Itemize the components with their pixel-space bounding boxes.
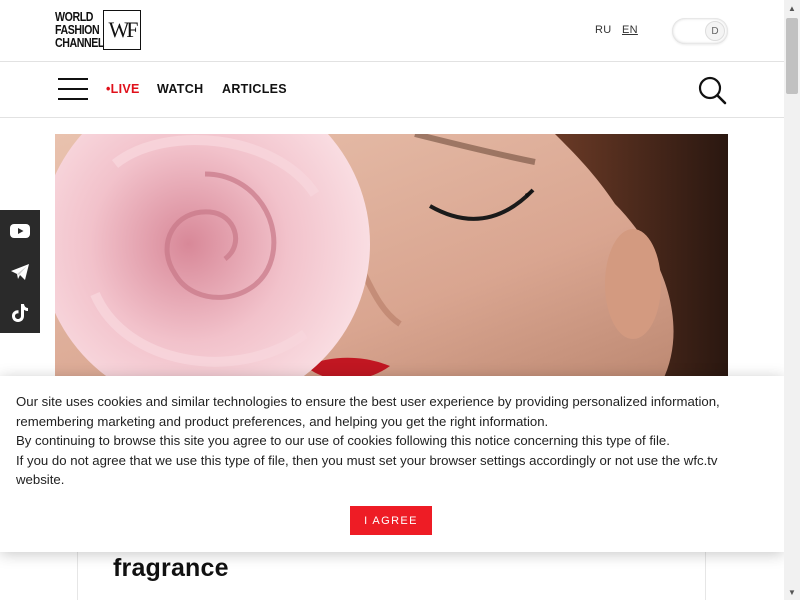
social-links	[0, 210, 40, 333]
menu-icon[interactable]	[58, 76, 88, 100]
search-icon[interactable]	[697, 75, 727, 105]
article-title[interactable]: fragrance	[113, 554, 229, 583]
scroll-down-arrow-icon[interactable]: ▼	[784, 584, 800, 600]
agree-button[interactable]: I AGREE	[350, 506, 432, 535]
scrollbar-thumb[interactable]	[786, 18, 798, 94]
scrollbar[interactable]: ▲ ▼	[784, 0, 800, 600]
nav-live-link[interactable]: •LIVE	[106, 82, 140, 96]
youtube-icon[interactable]	[0, 210, 40, 251]
hero-image[interactable]	[55, 134, 728, 394]
language-en-link[interactable]: EN	[622, 24, 638, 36]
logo-wordmark: WORLD FASHION CHANNEL	[55, 9, 104, 50]
hero-illustration	[55, 134, 728, 394]
logo-mark: WF	[103, 10, 141, 50]
tiktok-icon[interactable]	[0, 292, 40, 333]
site-logo[interactable]: WORLD FASHION CHANNEL WF	[55, 10, 141, 50]
cookie-banner: Our site uses cookies and similar techno…	[0, 376, 784, 552]
theme-toggle[interactable]: D	[672, 18, 728, 44]
telegram-icon[interactable]	[0, 251, 40, 292]
main-nav: •LIVE WATCH ARTICLES	[0, 62, 784, 118]
site-header: WORLD FASHION CHANNEL WF RU EN D	[0, 0, 784, 62]
cookie-paragraph: Our site uses cookies and similar techno…	[16, 394, 720, 429]
theme-toggle-knob: D	[705, 21, 725, 41]
cookie-paragraph: If you do not agree that we use this typ…	[16, 452, 718, 488]
nav-watch-link[interactable]: WATCH	[157, 82, 203, 96]
nav-articles-link[interactable]: ARTICLES	[222, 82, 287, 96]
cookie-notice-text: Our site uses cookies and similar techno…	[16, 392, 766, 490]
language-ru-link[interactable]: RU	[595, 24, 612, 36]
cookie-paragraph: By continuing to browse this site you ag…	[16, 433, 670, 448]
scroll-up-arrow-icon[interactable]: ▲	[784, 0, 800, 16]
